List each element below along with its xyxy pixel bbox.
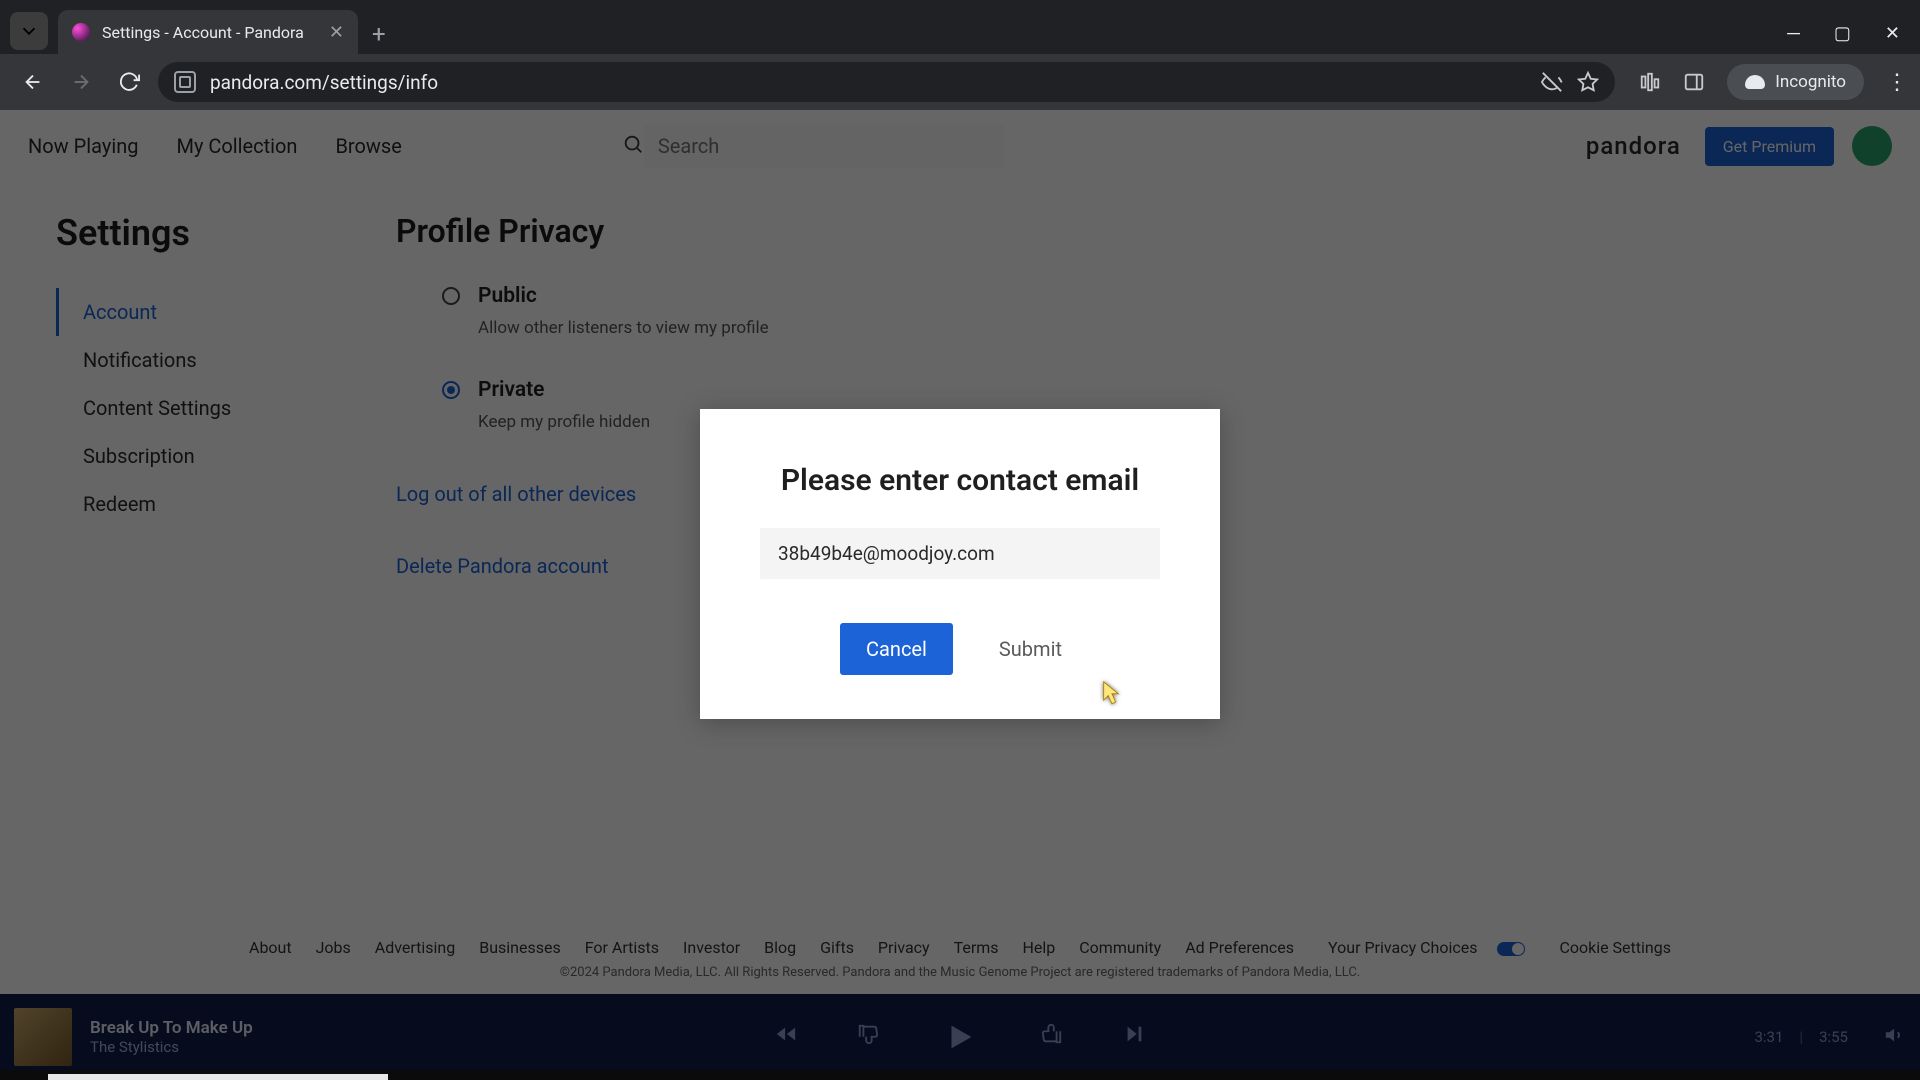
browser-titlebar: Settings - Account - Pandora ✕ + ─ ▢ ✕ [0,0,1920,54]
window-minimize-button[interactable]: ─ [1787,23,1800,44]
incognito-label: Incognito [1775,72,1846,92]
forward-button[interactable] [62,63,100,101]
contact-email-modal: Please enter contact email Cancel Submit [700,409,1220,719]
arrow-left-icon [22,71,44,93]
toolbar-right: Incognito ⋮ [1639,64,1906,100]
side-panel-icon[interactable] [1683,71,1705,93]
chevron-down-icon [18,20,40,42]
arrow-right-icon [70,71,92,93]
pandora-favicon-icon [72,23,90,41]
tab-title: Settings - Account - Pandora [102,23,313,42]
new-tab-button[interactable]: + [372,20,386,48]
address-bar[interactable]: pandora.com/settings/info [158,62,1615,102]
bookmark-star-icon[interactable] [1577,71,1599,93]
incognito-chip[interactable]: Incognito [1727,64,1864,100]
back-button[interactable] [14,63,52,101]
cancel-button[interactable]: Cancel [840,623,953,675]
window-controls: ─ ▢ ✕ [1787,23,1910,54]
contact-email-input[interactable] [760,528,1160,579]
modal-title: Please enter contact email [740,463,1180,498]
tab-close-button[interactable]: ✕ [329,22,344,43]
window-maximize-button[interactable]: ▢ [1834,23,1851,44]
site-info-icon[interactable] [174,71,196,93]
os-taskbar[interactable] [0,1070,1920,1080]
eye-off-icon[interactable] [1541,71,1563,93]
submit-button[interactable]: Submit [981,623,1080,675]
browser-menu-button[interactable]: ⋮ [1886,70,1906,95]
tab-search-button[interactable] [10,12,48,50]
browser-toolbar: pandora.com/settings/info Incognito ⋮ [0,54,1920,110]
page-viewport: Now Playing My Collection Browse pandora… [0,110,1920,1080]
media-control-icon[interactable] [1639,71,1661,93]
url-text: pandora.com/settings/info [210,71,438,94]
reload-icon [118,71,140,93]
taskbar-active-indicator [48,1074,388,1080]
window-close-button[interactable]: ✕ [1885,23,1900,44]
incognito-icon [1745,75,1765,89]
browser-tab-active[interactable]: Settings - Account - Pandora ✕ [58,10,358,54]
reload-button[interactable] [110,63,148,101]
modal-actions: Cancel Submit [740,623,1180,675]
